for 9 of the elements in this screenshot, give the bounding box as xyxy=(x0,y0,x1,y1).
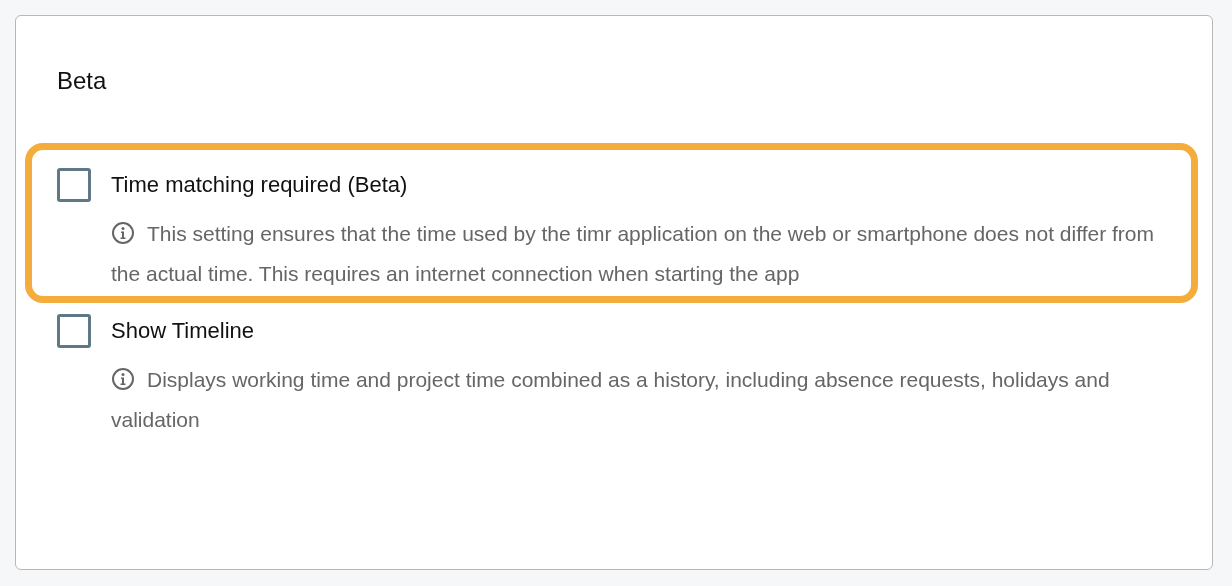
info-icon xyxy=(111,221,135,245)
option-description: This setting ensures that the time used by the timr application on the web or smartphone does not differ from the actual time. This requires an internet connection when starting the app xyxy=(111,220,1155,287)
checkbox[interactable] xyxy=(57,168,91,202)
section-title: Beta xyxy=(57,66,107,96)
option-label: Time matching required (Beta) xyxy=(111,171,408,199)
checkbox[interactable] xyxy=(57,314,91,348)
option-label: Show Timeline xyxy=(111,317,255,345)
option-description: Displays working time and project time combined as a history, including absence requests, holidays and validation xyxy=(111,366,1111,433)
info-icon xyxy=(111,367,135,391)
